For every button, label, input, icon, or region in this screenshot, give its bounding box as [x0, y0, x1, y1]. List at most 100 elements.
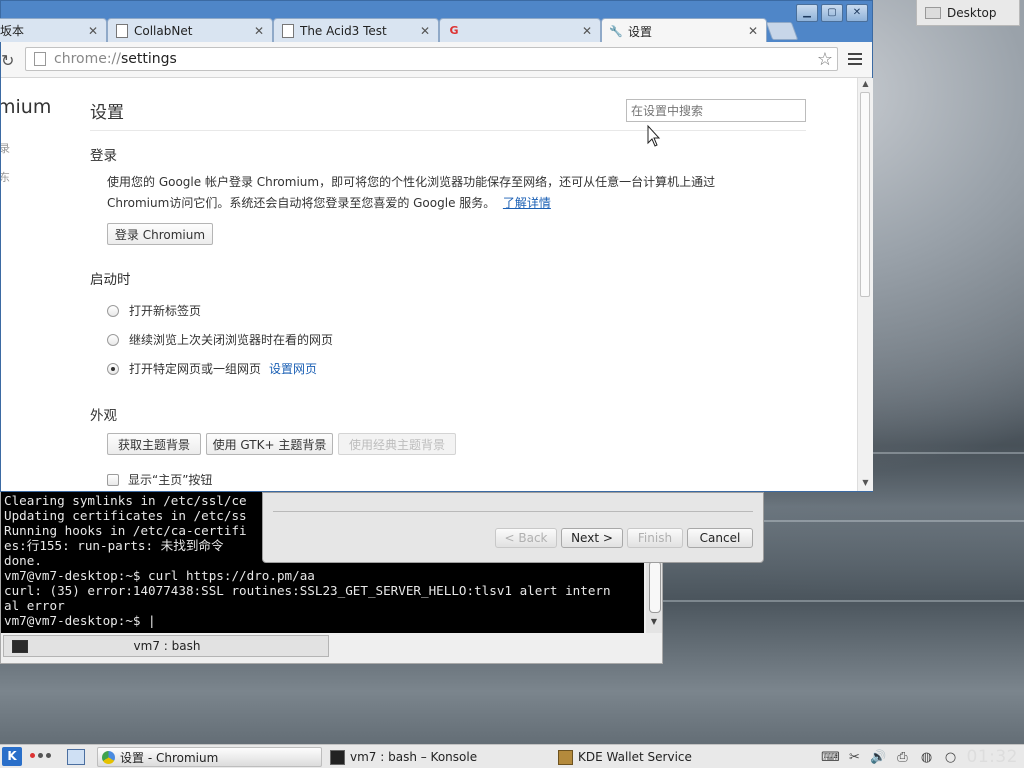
settings-page: mium 录 东 设置 登录 使用您的 Google 帐户登录 Chromium…	[1, 78, 857, 491]
show-home-option[interactable]: 显示“主页”按钮	[107, 471, 212, 488]
tab-settings[interactable]: 🔧 设置 ✕	[601, 18, 767, 43]
radio-label: 继续浏览上次关闭浏览器时在看的网页	[129, 331, 333, 348]
new-tab-button[interactable]	[766, 22, 799, 40]
wizard-dialog: < Back Next > Finish Cancel	[262, 492, 764, 563]
finish-button[interactable]: Finish	[627, 528, 683, 548]
radio-button[interactable]	[107, 305, 119, 317]
get-themes-button[interactable]: 获取主题背景	[107, 433, 201, 455]
google-icon: G	[448, 24, 460, 38]
activities-icon[interactable]	[30, 753, 51, 758]
kde-menu-button[interactable]: K	[2, 747, 22, 766]
scroll-down-icon[interactable]: ▼	[858, 478, 873, 487]
scroll-up-icon[interactable]: ▲	[858, 79, 873, 88]
startup-heading: 启动时	[90, 268, 131, 288]
tab-strip: 坂本 ✕ CollabNet ✕ The Acid3 Test ✕ G ✕ 🔧 …	[1, 18, 872, 42]
desktop-button-label: Desktop	[947, 6, 997, 20]
signin-heading: 登录	[90, 144, 117, 164]
radio-label: 打开新标签页	[129, 302, 201, 319]
appearance-heading: 外观	[90, 404, 117, 424]
reload-icon[interactable]: ↻	[1, 51, 14, 70]
clipboard-icon[interactable]: ✂	[847, 749, 863, 765]
signin-description: 使用您的 Google 帐户登录 Chromium，即可将您的个性化浏览器功能保…	[107, 172, 747, 214]
chromium-window: ▁ ▢ ✕ 坂本 ✕ CollabNet ✕ The Acid3 Test ✕ …	[0, 0, 873, 492]
page-icon	[282, 24, 294, 38]
scroll-thumb[interactable]	[649, 561, 661, 613]
signin-button[interactable]: 登录 Chromium	[107, 223, 213, 245]
radio-label: 打开特定网页或一组网页	[129, 360, 261, 377]
page-icon	[34, 52, 46, 66]
clock[interactable]: 01:32	[967, 747, 1019, 767]
cancel-button[interactable]: Cancel	[687, 528, 753, 548]
task-label: 设置 - Chromium	[120, 749, 218, 766]
signin-line-1: 使用您的 Google 帐户登录 Chromium，即可将您的个性化浏览器功能保…	[107, 172, 747, 193]
close-icon[interactable]: ✕	[418, 24, 432, 38]
notifications-icon[interactable]: ○	[943, 749, 959, 765]
taskbar: K 设置 - Chromium vm7 : bash – Konsole KDE…	[0, 744, 1024, 768]
page-scrollbar[interactable]: ▲ ▼	[857, 78, 873, 491]
konsole-tab[interactable]: vm7 : bash	[3, 635, 329, 657]
mouse-pointer-icon	[648, 126, 662, 148]
desktop-button[interactable]: Desktop	[916, 0, 1020, 26]
startup-option-specific[interactable]: 打开特定网页或一组网页 设置网页	[107, 360, 317, 377]
tab-acid3[interactable]: The Acid3 Test ✕	[273, 18, 439, 42]
terminal-line: vm7@vm7-desktop:~$ curl https://dro.pm/a…	[4, 568, 644, 583]
close-icon[interactable]: ✕	[86, 24, 100, 38]
page-title: 设置	[90, 98, 124, 123]
tab-label: CollabNet	[134, 24, 252, 38]
next-button[interactable]: Next >	[561, 528, 623, 548]
tab-collabnet[interactable]: CollabNet ✕	[107, 18, 273, 42]
set-pages-link[interactable]: 设置网页	[269, 360, 317, 377]
system-tray: ⌨ ✂ 🔊 ⎙ ◍ ○ 01:32	[823, 745, 1024, 769]
classic-theme-button[interactable]: 使用经典主题背景	[338, 433, 456, 455]
terminal-line: al error	[4, 598, 644, 613]
task-konsole[interactable]: vm7 : bash – Konsole	[326, 747, 551, 767]
scroll-down-icon[interactable]: ▼	[646, 617, 662, 631]
tab-0[interactable]: 坂本 ✕	[0, 18, 107, 42]
task-label: KDE Wallet Service	[578, 750, 692, 764]
radio-button[interactable]	[107, 334, 119, 346]
tab-label: The Acid3 Test	[300, 24, 418, 38]
page-icon	[116, 24, 128, 38]
task-chromium[interactable]: 设置 - Chromium	[97, 747, 322, 767]
bookmark-star-icon[interactable]: ☆	[817, 49, 833, 70]
desktop-icon	[925, 7, 941, 19]
konsole-tab-label: vm7 : bash	[36, 639, 328, 653]
nav-item[interactable]: 录	[1, 140, 10, 156]
gtk-theme-button[interactable]: 使用 GTK+ 主题背景	[206, 433, 333, 455]
tab-label: 坂本	[0, 22, 86, 39]
checkbox-label: 显示“主页”按钮	[128, 471, 212, 488]
network-icon[interactable]: ◍	[919, 749, 935, 765]
close-icon[interactable]: ✕	[746, 24, 760, 38]
close-icon[interactable]: ✕	[580, 24, 594, 38]
chromium-icon	[102, 751, 115, 764]
learn-more-link[interactable]: 了解详情	[503, 196, 551, 210]
url-host: settings	[121, 51, 177, 67]
settings-search-input[interactable]	[626, 99, 806, 122]
volume-icon[interactable]: 🔊	[871, 749, 887, 765]
wallet-icon	[558, 750, 573, 765]
checkbox[interactable]	[107, 474, 119, 486]
signin-line-2: Chromium访问它们。系统还会自动将您登录至您喜爱的 Google 服务。	[107, 196, 495, 210]
sea-highlight	[660, 600, 1024, 602]
back-button[interactable]: < Back	[495, 528, 557, 548]
header-divider	[90, 130, 806, 131]
keyboard-icon[interactable]: ⌨	[823, 749, 839, 765]
menu-icon[interactable]	[848, 53, 862, 68]
tab-label: 设置	[628, 23, 746, 40]
startup-option-continue[interactable]: 继续浏览上次关闭浏览器时在看的网页	[107, 331, 333, 348]
address-bar[interactable]: chrome://settings ☆	[25, 47, 838, 71]
printer-icon[interactable]: ⎙	[895, 749, 911, 765]
task-kwallet[interactable]: KDE Wallet Service	[554, 747, 779, 767]
show-desktop-icon[interactable]	[67, 749, 85, 765]
scroll-thumb[interactable]	[860, 92, 870, 297]
radio-button[interactable]	[107, 363, 119, 375]
terminal-line: vm7@vm7-desktop:~$ |	[4, 613, 644, 628]
terminal-line: curl: (35) error:14077438:SSL routines:S…	[4, 583, 644, 598]
terminal-icon	[12, 640, 28, 653]
wrench-icon: 🔧	[610, 24, 622, 38]
nav-title: mium	[1, 96, 51, 118]
tab-google[interactable]: G ✕	[439, 18, 601, 42]
close-icon[interactable]: ✕	[252, 24, 266, 38]
nav-item[interactable]: 东	[1, 169, 10, 185]
startup-option-newtab[interactable]: 打开新标签页	[107, 302, 201, 319]
